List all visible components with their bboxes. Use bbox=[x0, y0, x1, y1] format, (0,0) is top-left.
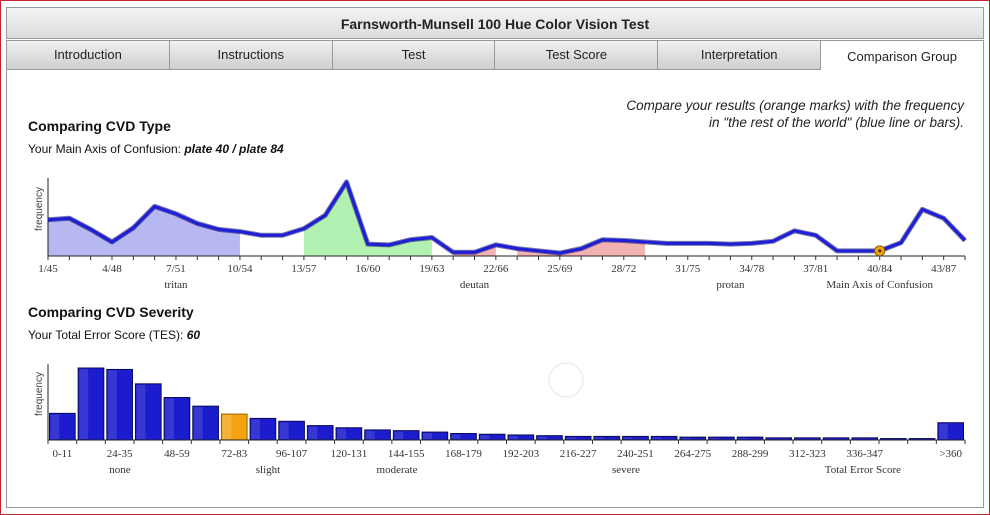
type-tick-label: 13/57 bbox=[291, 263, 317, 275]
bar-highlight bbox=[251, 419, 261, 439]
bar-highlight bbox=[165, 398, 175, 439]
bar-highlight bbox=[938, 423, 948, 439]
bar-highlight bbox=[79, 369, 89, 439]
bar-highlight bbox=[451, 434, 461, 439]
bar-highlight bbox=[566, 437, 576, 439]
severity-tick-label: 24-35 bbox=[107, 448, 133, 460]
severity-region-label-moderate: moderate bbox=[377, 464, 418, 476]
severity-tick-label: 336-347 bbox=[846, 448, 883, 460]
type-tick-label: 28/72 bbox=[611, 263, 636, 275]
bar-highlight bbox=[623, 437, 633, 439]
bar-highlight bbox=[50, 414, 60, 439]
bar-highlight bbox=[279, 422, 289, 439]
severity-region-label-none: none bbox=[109, 464, 131, 476]
charts-canvas: 1/45 4/48 7/51 10/54 13/57 16/60 19/63 22/66 25/… bbox=[34, 178, 967, 476]
severity-tick-label: 96-107 bbox=[276, 448, 308, 460]
type-region-label-deutan: deutan bbox=[460, 279, 490, 291]
severity-tick-label: 120-131 bbox=[331, 448, 368, 460]
severity-region-label-slight: slight bbox=[256, 464, 280, 476]
type-x-axis-title: Main Axis of Confusion bbox=[826, 279, 933, 291]
severity-tick-label: 240-251 bbox=[617, 448, 654, 460]
bar-highlight bbox=[594, 437, 604, 439]
severity-x-axis-title: Total Error Score bbox=[825, 464, 901, 476]
type-tick-label: 7/51 bbox=[166, 263, 186, 275]
severity-tick-label: 48-59 bbox=[164, 448, 190, 460]
severity-tick-label: 72-83 bbox=[221, 448, 247, 460]
bar-highlight bbox=[365, 430, 375, 439]
type-region-label-protan: protan bbox=[716, 279, 745, 291]
bar-highlight bbox=[709, 438, 719, 439]
type-y-axis-title: frequency bbox=[34, 187, 45, 231]
severity-y-axis-title: frequency bbox=[34, 372, 45, 416]
severity-tick-label: 264-275 bbox=[674, 448, 711, 460]
type-tick-label: 25/69 bbox=[547, 263, 573, 275]
bar-highlight bbox=[652, 437, 662, 439]
bar-highlight bbox=[509, 435, 518, 439]
type-tick-label: 1/45 bbox=[38, 263, 58, 275]
bar-highlight bbox=[107, 370, 117, 439]
type-tick-label: 10/54 bbox=[227, 263, 253, 275]
type-tick-label: 31/75 bbox=[675, 263, 701, 275]
type-tick-label: 19/63 bbox=[419, 263, 445, 275]
severity-tick-label: 216-227 bbox=[560, 448, 597, 460]
type-tick-label: 22/66 bbox=[483, 263, 509, 275]
bar-highlight bbox=[222, 415, 232, 439]
bar-highlight bbox=[193, 407, 203, 439]
type-tick-label: 43/87 bbox=[931, 263, 957, 275]
severity-tick-label: 144-155 bbox=[388, 448, 425, 460]
bar-highlight bbox=[136, 384, 146, 439]
bar-highlight bbox=[423, 433, 433, 439]
bar-highlight bbox=[680, 438, 690, 439]
severity-tick-label: 312-323 bbox=[789, 448, 826, 460]
type-tick-label: 34/78 bbox=[739, 263, 765, 275]
type-tick-label: 4/48 bbox=[102, 263, 122, 275]
bar-highlight bbox=[337, 428, 347, 439]
bar-highlight bbox=[394, 431, 404, 439]
type-tick-label: 40/84 bbox=[867, 263, 893, 275]
severity-tick-label: 192-203 bbox=[502, 448, 539, 460]
bar-highlight bbox=[738, 438, 748, 439]
type-tick-label: 37/81 bbox=[803, 263, 828, 275]
severity-region-label-severe: severe bbox=[612, 464, 640, 476]
severity-tick-label: 288-299 bbox=[732, 448, 769, 460]
severity-tick-label: >360 bbox=[939, 448, 962, 460]
bar-highlight bbox=[537, 436, 547, 439]
user-result-marker-dot bbox=[878, 249, 882, 253]
bar-highlight bbox=[308, 426, 318, 439]
bar-highlight bbox=[480, 435, 490, 439]
severity-tick-label: 168-179 bbox=[445, 448, 482, 460]
type-tick-label: 16/60 bbox=[355, 263, 381, 275]
faint-circle-artifact bbox=[548, 362, 584, 398]
type-region-label-tritan: tritan bbox=[164, 279, 188, 291]
severity-tick-label: 0-11 bbox=[52, 448, 72, 460]
